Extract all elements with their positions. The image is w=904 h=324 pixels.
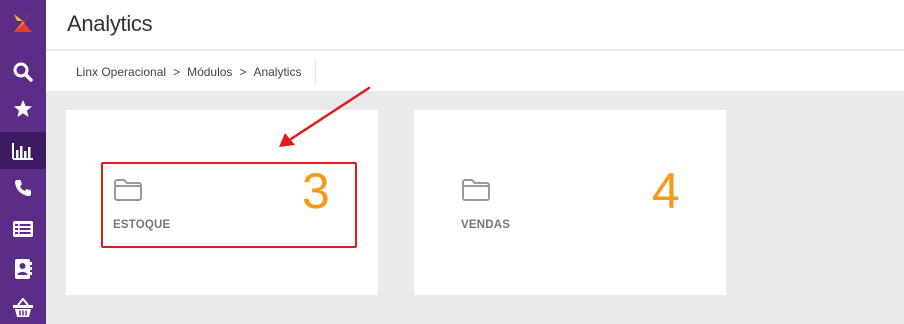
breadcrumb: Linx Operacional > Módulos > Analytics — [62, 59, 317, 85]
sidebar-item-store[interactable] — [0, 290, 46, 324]
sidebar — [0, 0, 46, 324]
contact-book-icon — [15, 259, 32, 279]
folder-icon — [462, 179, 490, 201]
search-icon — [13, 62, 33, 82]
linx-logo-icon — [14, 13, 32, 32]
logo[interactable] — [0, 0, 46, 46]
phone-icon — [15, 180, 31, 196]
module-card-count: 4 — [652, 163, 680, 219]
page-header: Analytics — [46, 0, 904, 50]
folder-icon — [114, 179, 142, 201]
breadcrumb-separator: > — [239, 65, 247, 79]
breadcrumb-item-modulos[interactable]: Módulos — [187, 65, 232, 79]
module-card-count: 3 — [302, 163, 330, 219]
basket-icon — [13, 298, 33, 317]
breadcrumb-item-linx-operacional[interactable]: Linx Operacional — [76, 65, 166, 79]
sidebar-item-analytics[interactable] — [0, 132, 46, 169]
module-card-vendas[interactable]: VENDAS 4 — [414, 110, 726, 295]
list-icon — [13, 221, 33, 237]
page-title: Analytics — [67, 11, 153, 36]
breadcrumb-bar: Linx Operacional > Módulos > Analytics — [46, 51, 904, 91]
sidebar-item-favorites[interactable] — [0, 91, 46, 127]
module-card-label: VENDAS — [461, 219, 511, 231]
sidebar-item-list[interactable] — [0, 211, 46, 247]
star-icon — [14, 100, 32, 117]
module-card-estoque[interactable]: ESTOQUE 3 — [66, 110, 378, 295]
module-card-label: ESTOQUE — [113, 219, 171, 231]
bar-chart-icon — [12, 142, 33, 160]
sidebar-item-search[interactable] — [0, 54, 46, 90]
sidebar-item-phone[interactable] — [0, 170, 46, 206]
breadcrumb-item-analytics: Analytics — [253, 65, 302, 79]
sidebar-item-contacts[interactable] — [0, 251, 46, 287]
breadcrumb-separator: > — [173, 65, 181, 79]
